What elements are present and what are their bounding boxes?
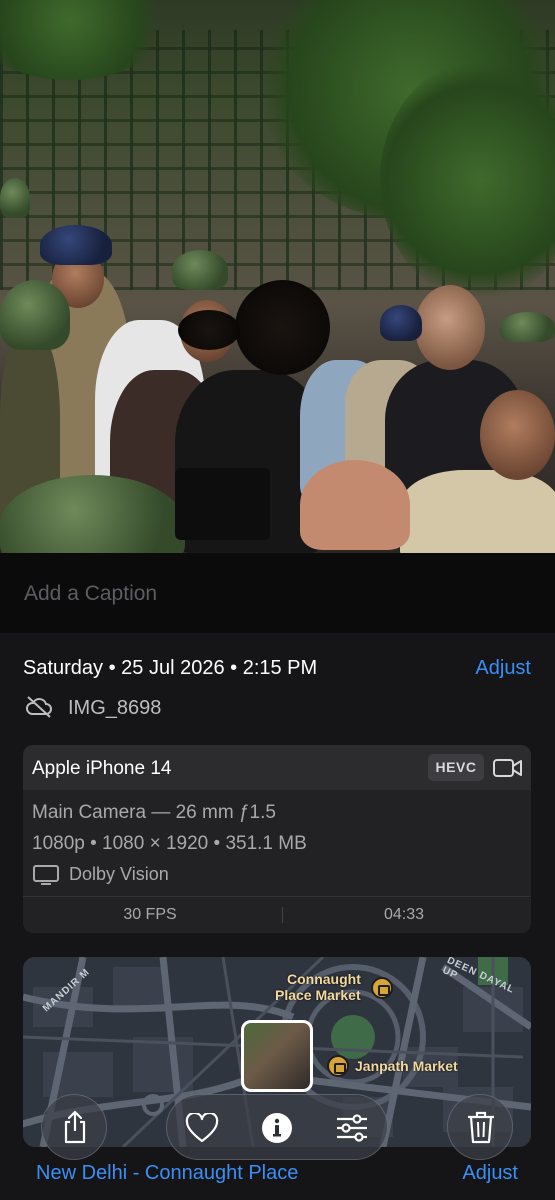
- display-icon: [33, 865, 59, 885]
- shopping-bag-icon: [327, 1055, 349, 1077]
- shopping-bag-icon: [371, 977, 393, 999]
- filename: IMG_8698: [68, 697, 162, 719]
- format-badge: HEVC: [428, 754, 484, 781]
- video-camera-icon: [493, 759, 522, 777]
- caption-input[interactable]: Add a Caption: [24, 582, 157, 606]
- capture-date: Saturday • 25 Jul 2026 • 2:15 PM: [23, 657, 318, 679]
- helmet: [0, 178, 30, 218]
- divider: [23, 896, 531, 897]
- lens-info: Main Camera — 26 mm ƒ1.5: [32, 802, 276, 823]
- heart-icon[interactable]: [185, 1113, 219, 1143]
- camera-info-card: Apple iPhone 14 HEVC Main Camera — 26 mm…: [23, 745, 531, 933]
- delete-button[interactable]: [447, 1094, 513, 1160]
- cloud-slash-icon: [26, 696, 52, 718]
- helmet: [172, 250, 228, 290]
- share-button[interactable]: [41, 1094, 107, 1160]
- poi-label: Place Market: [275, 987, 361, 1003]
- photo-location-thumbnail[interactable]: [241, 1020, 313, 1092]
- resolution-info: 1080p • 1080 × 1920 • 351.1 MB: [32, 833, 307, 854]
- share-icon: [64, 1110, 86, 1144]
- fps-value: 30 FPS: [123, 906, 177, 923]
- trash-icon: [468, 1111, 494, 1144]
- head: [415, 285, 485, 370]
- duration-value: 04:33: [383, 906, 425, 923]
- sliders-icon[interactable]: [335, 1113, 369, 1143]
- helmet: [0, 280, 70, 350]
- hair: [178, 310, 240, 350]
- info-icon[interactable]: [261, 1112, 293, 1144]
- camera-screen: [175, 468, 270, 540]
- hand: [300, 460, 410, 550]
- poi-label: Connaught: [287, 971, 361, 987]
- poi-label: Janpath Market: [355, 1058, 458, 1074]
- hdr-info: Dolby Vision: [69, 864, 169, 884]
- device-name: Apple iPhone 14: [32, 758, 172, 779]
- photo-actions-bar: [166, 1094, 388, 1160]
- adjust-date-button[interactable]: Adjust: [475, 657, 531, 680]
- helmet: [380, 305, 422, 341]
- head: [480, 390, 555, 480]
- helmet: [40, 225, 112, 265]
- person: [400, 470, 555, 553]
- video-frame[interactable]: [0, 0, 555, 553]
- hair: [235, 280, 330, 375]
- adjust-location-button[interactable]: Adjust: [462, 1162, 518, 1185]
- location-name[interactable]: New Delhi - Connaught Place: [36, 1162, 298, 1185]
- helmet: [500, 312, 555, 342]
